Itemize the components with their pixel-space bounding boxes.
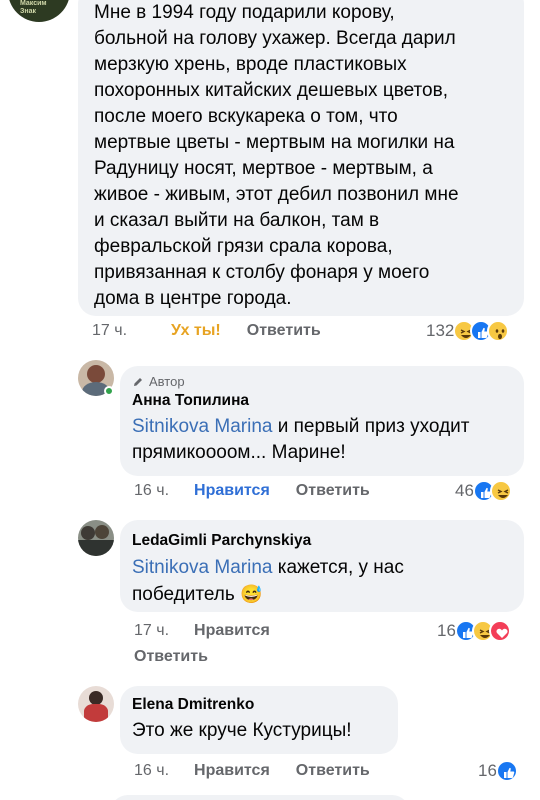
comment-bubble: Elena Dmitrenko Это же круче Кустурицы!: [120, 686, 398, 754]
comment-author[interactable]: LedaGimli Parchynskiya: [132, 532, 512, 550]
comment-actions: 16 ч. Нравится Ответить: [134, 482, 370, 500]
sweat-smile-emoji: 😅: [240, 584, 263, 604]
comment-text: Sitnikova Marina кажется, у нас победите…: [132, 557, 404, 605]
reactions-summary[interactable]: 16: [437, 620, 511, 642]
timestamp[interactable]: 17 ч.: [134, 622, 169, 640]
reply-button[interactable]: Ответить: [296, 762, 370, 780]
comment-text: Sitnikova Marina и первый приз уходит пр…: [132, 416, 470, 463]
like-button[interactable]: Нравится: [194, 762, 270, 780]
reply-button[interactable]: Ответить: [247, 322, 321, 340]
online-status-indicator: [104, 386, 114, 396]
comment-author[interactable]: Анна Топилина: [132, 392, 512, 410]
timestamp[interactable]: 16 ч.: [134, 482, 169, 500]
haha-icon: [489, 480, 512, 502]
like-button[interactable]: Нравится: [194, 482, 270, 500]
comment-bubble: LedaGimli Parchynskiya Sitnikova Marina …: [120, 520, 524, 612]
like-button[interactable]: Нравится: [194, 622, 270, 640]
reactions-summary[interactable]: 16: [478, 760, 518, 782]
reply-button[interactable]: Ответить: [296, 482, 370, 500]
reactions-summary[interactable]: 132: [426, 320, 510, 342]
reaction-count: 132: [426, 321, 455, 340]
comment-bubble: Мне в 1994 году подарили корову, больной…: [78, 0, 524, 316]
mention-link[interactable]: Sitnikova Marina: [132, 416, 272, 437]
comment-actions: 17 ч. Нравится: [134, 622, 270, 640]
comment-text: Это же круче Кустурицы!: [132, 720, 352, 741]
comment-author[interactable]: Elena Dmitrenko: [132, 696, 386, 714]
love-icon: [488, 620, 511, 642]
reaction-wow-button[interactable]: Ух ты!: [171, 322, 221, 340]
comment-actions: 16 ч. Нравится Ответить: [134, 762, 370, 780]
reactions-summary[interactable]: 46: [455, 480, 512, 502]
pencil-icon: [134, 377, 142, 386]
reaction-count: 46: [455, 481, 474, 500]
avatar[interactable]: Максим Знак: [8, 0, 70, 22]
reaction-count: 16: [437, 621, 456, 640]
next-comment-bubble: [110, 795, 410, 800]
reply-button[interactable]: Ответить: [134, 648, 208, 666]
like-icon: [495, 760, 518, 782]
wow-icon: [487, 320, 510, 342]
author-badge: Автор: [132, 374, 512, 389]
timestamp[interactable]: 16 ч.: [134, 762, 169, 780]
reaction-count: 16: [478, 761, 497, 780]
comment-actions-row2: Ответить: [134, 648, 208, 666]
mention-link[interactable]: Sitnikova Marina: [132, 557, 272, 578]
comment-actions: 17 ч. Ух ты! Ответить: [92, 322, 321, 340]
comment-text: Мне в 1994 году подарили корову, больной…: [94, 2, 459, 309]
avatar[interactable]: [78, 520, 114, 556]
timestamp[interactable]: 17 ч.: [92, 322, 127, 340]
avatar[interactable]: [78, 686, 114, 722]
comment-bubble: Автор Анна Топилина Sitnikova Marina и п…: [120, 366, 524, 476]
